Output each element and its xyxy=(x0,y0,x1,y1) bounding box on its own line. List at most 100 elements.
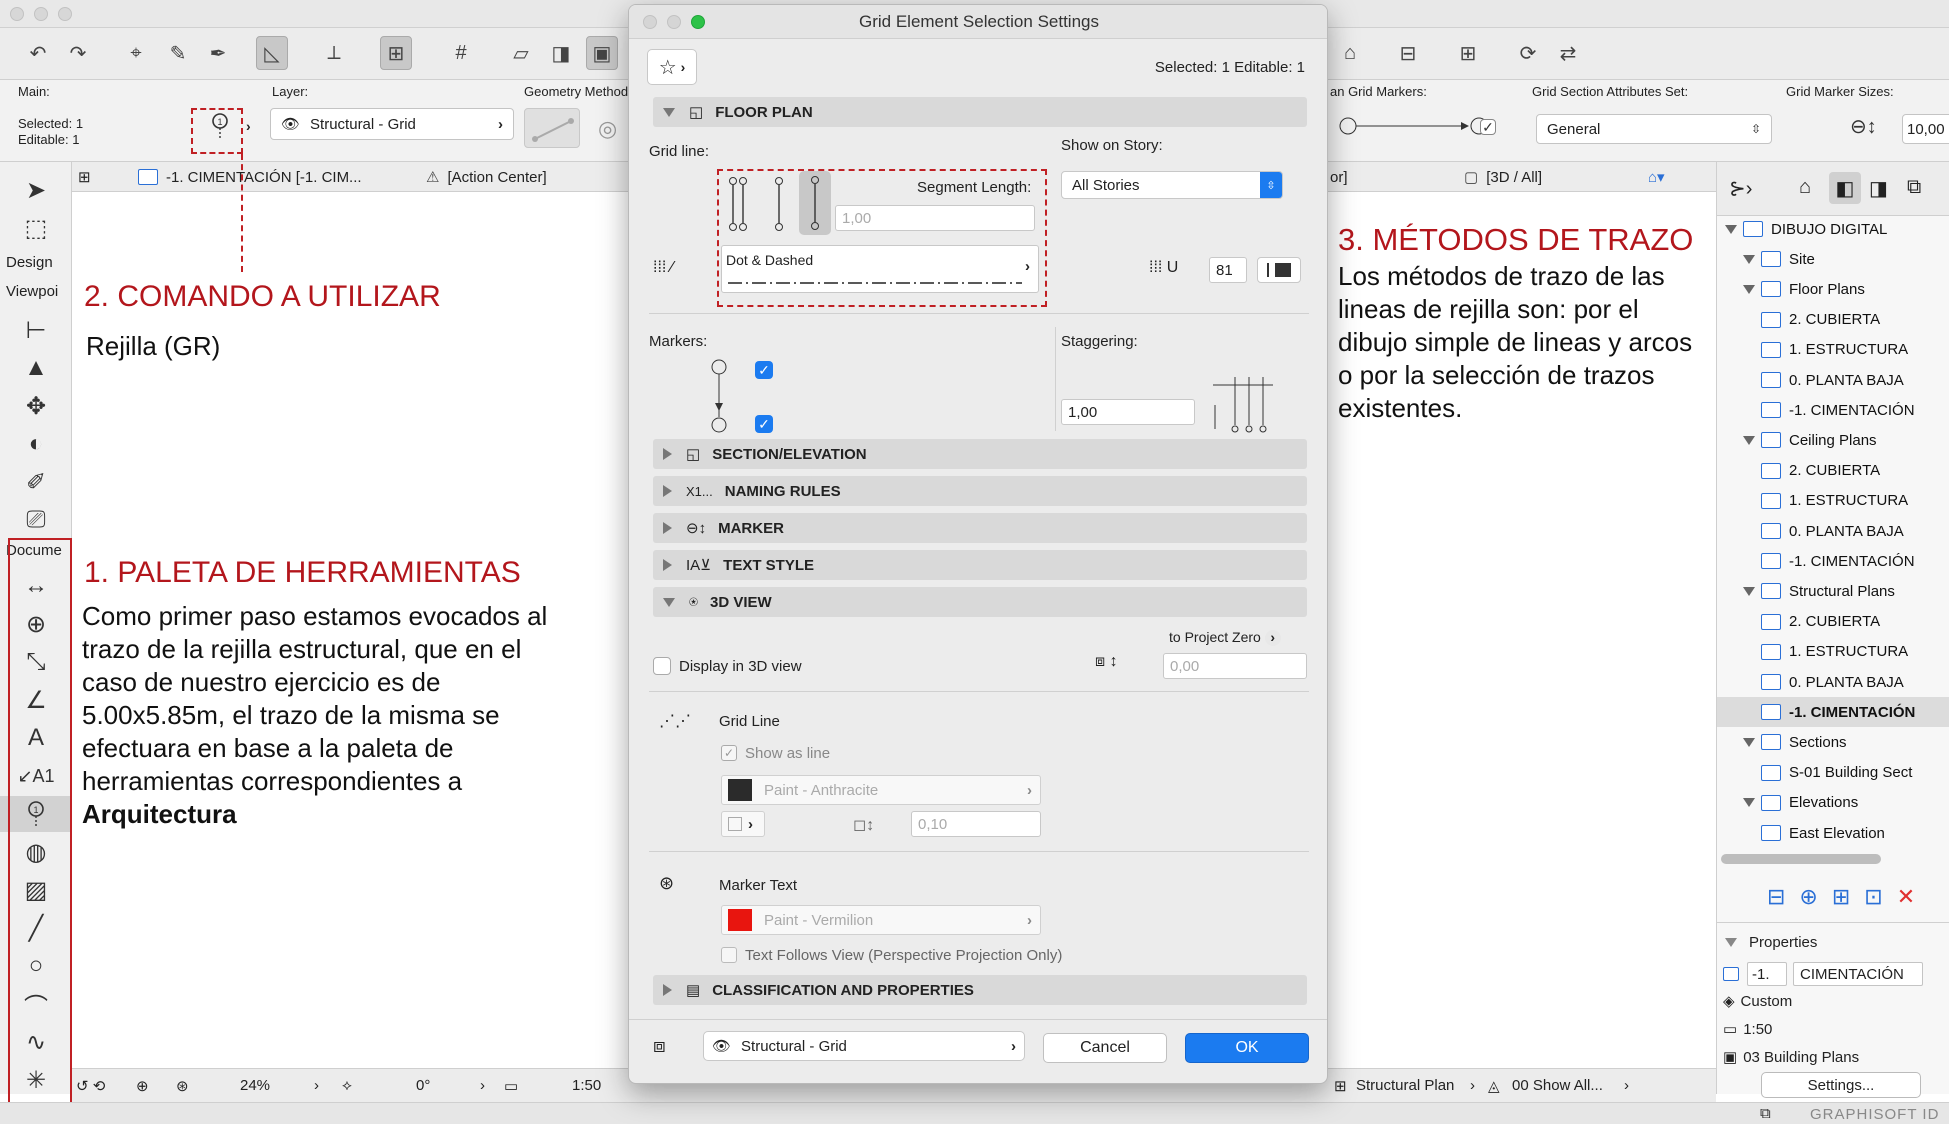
camera-tool-icon[interactable]: ⎚ xyxy=(0,502,72,538)
disclosure-down-icon[interactable] xyxy=(1743,284,1755,294)
geometry-method-single[interactable] xyxy=(524,108,580,148)
disclosure-down-icon[interactable] xyxy=(1743,435,1755,445)
section-naming-rules[interactable]: X1... NAMING RULES xyxy=(653,476,1307,506)
disclosure-down-icon[interactable] xyxy=(1743,586,1755,596)
dashed-method-icon[interactable] xyxy=(799,171,831,235)
chevron-right-icon[interactable]: › xyxy=(314,1077,319,1094)
section-3d-view[interactable]: ⍟ 3D VIEW xyxy=(653,587,1307,617)
rotate-icon[interactable]: ⟡ xyxy=(342,1077,352,1094)
navigator-item[interactable]: 1. ESTRUCTURA xyxy=(1761,335,1949,365)
coordinates-icon[interactable]: ⊞ xyxy=(380,36,412,70)
arrow-tool-icon[interactable]: ➤ xyxy=(0,172,72,208)
view-map-icon[interactable]: ◧ xyxy=(1829,172,1861,204)
navigator-item[interactable]: Sections xyxy=(1743,727,1949,757)
disclosure-down-icon[interactable] xyxy=(1743,737,1755,747)
detail-tool-icon[interactable]: ✐ xyxy=(0,464,72,500)
show-on-story-select[interactable]: All Stories ⇳ xyxy=(1061,171,1283,199)
delete-icon[interactable]: ✕ xyxy=(1897,884,1929,909)
start-marker-checkbox[interactable]: ✓ xyxy=(755,361,773,379)
publisher-icon[interactable]: ⧉ xyxy=(1907,176,1921,199)
properties-header[interactable]: Properties xyxy=(1725,934,1817,951)
close-window-button[interactable] xyxy=(10,7,24,21)
navigator-item[interactable]: 2. CUBIERTA xyxy=(1761,607,1949,637)
minimize-window-button[interactable] xyxy=(34,7,48,21)
zoom-level[interactable]: 24% xyxy=(240,1077,270,1094)
window-icon[interactable]: ⧉ xyxy=(1760,1105,1771,1122)
property-set[interactable]: 03 Building Plans xyxy=(1743,1049,1859,1066)
undo-zoom-icon[interactable]: ↺ ⟲ xyxy=(76,1077,105,1095)
navigator-item[interactable]: Elevations xyxy=(1743,788,1949,818)
navigator-item[interactable]: 2. CUBIERTA xyxy=(1761,305,1949,335)
staggering-input[interactable]: 1,00 xyxy=(1061,399,1195,425)
navigator-item[interactable]: -1. CIMENTACIÓN xyxy=(1761,395,1949,425)
grid-markers-preview[interactable] xyxy=(1336,116,1496,136)
navigator-item[interactable]: Ceiling Plans xyxy=(1743,425,1949,455)
navigator-item[interactable]: Site xyxy=(1743,244,1949,274)
navigator-item[interactable]: Floor Plans xyxy=(1743,274,1949,304)
snap-icon[interactable]: ⟂ xyxy=(318,36,350,70)
disclosure-down-icon[interactable] xyxy=(1725,224,1737,234)
story-name-input[interactable]: CIMENTACIÓN xyxy=(1793,962,1923,986)
chevron-right-icon[interactable]: › xyxy=(1624,1077,1629,1094)
dialog-layer-select[interactable]: 👁 Structural - Grid › xyxy=(703,1031,1025,1061)
furniture-icon[interactable]: ⊟ xyxy=(1392,36,1424,70)
property-scale[interactable]: 1:50 xyxy=(1743,1021,1772,1038)
navigator-menu-icon[interactable]: ⊱› xyxy=(1729,176,1752,201)
section-elevation[interactable]: ◱ SECTION/ELEVATION xyxy=(653,439,1307,469)
layer-select[interactable]: 👁 Structural - Grid › xyxy=(270,108,514,140)
navigator-item[interactable]: 1. ESTRUCTURA xyxy=(1761,637,1949,667)
disclosure-down-icon[interactable] xyxy=(1743,254,1755,264)
cancel-button[interactable]: Cancel xyxy=(1043,1033,1167,1063)
navigator-item[interactable]: East Elevation xyxy=(1761,818,1949,848)
section-marker[interactable]: ⊖↕ MARKER xyxy=(653,513,1307,543)
polyline-method-icon[interactable] xyxy=(763,175,795,233)
end-marker-checkbox[interactable]: ✓ xyxy=(755,415,773,433)
line-type-select[interactable]: Dot & Dashed › xyxy=(721,245,1039,293)
pen-color-swatch[interactable] xyxy=(1257,257,1301,283)
navigator-item[interactable]: 0. PLANTA BAJA xyxy=(1761,667,1949,697)
redo-icon[interactable]: ↷ xyxy=(62,36,94,70)
line-style-select[interactable]: › xyxy=(721,811,765,837)
property-custom[interactable]: Custom xyxy=(1741,993,1793,1010)
zoom-fit-icon[interactable]: ⊛ xyxy=(176,1077,189,1095)
navigator-item[interactable]: DIBUJO DIGITAL xyxy=(1725,214,1949,244)
elevation-input[interactable]: 0,00 xyxy=(1163,653,1307,679)
text-follows-view-checkbox[interactable] xyxy=(721,947,737,963)
interior-elevation-tool-icon[interactable]: ✥ xyxy=(0,388,72,424)
favorites-star-icon[interactable]: ☆ › xyxy=(647,49,697,85)
navigator-action-icons[interactable]: ⊟⊕⊞⊡✕ xyxy=(1767,884,1929,910)
to-project-zero-label[interactable]: to Project Zero › xyxy=(1169,629,1281,646)
grid-marker-size-input[interactable]: 10,00 xyxy=(1902,114,1949,144)
ok-button[interactable]: OK xyxy=(1185,1033,1309,1063)
zoom-in-icon[interactable]: ⊕ xyxy=(136,1077,149,1095)
rotation-angle[interactable]: 0° xyxy=(416,1077,430,1094)
layout-book-icon[interactable]: ◨ xyxy=(1869,176,1888,201)
project-map-icon[interactable]: ⌂ xyxy=(1799,176,1811,199)
graphisoft-id[interactable]: GRAPHISOFT ID xyxy=(1810,1106,1939,1123)
marker-text-material-select[interactable]: Paint - Vermilion › xyxy=(721,905,1041,935)
section-floor-plan[interactable]: ◱ FLOOR PLAN xyxy=(653,97,1307,127)
navigator-item[interactable]: -1. CIMENTACIÓN xyxy=(1717,697,1949,728)
eyedropper-icon[interactable]: ✎ xyxy=(162,36,194,70)
dialog-zoom-button[interactable] xyxy=(691,15,705,29)
teamwork-icon[interactable]: ⟳ xyxy=(1512,36,1544,70)
section-tool-icon[interactable]: ⊢ xyxy=(0,312,72,348)
partial-structure-icon[interactable]: ⊞ xyxy=(1452,36,1484,70)
chevron-right-icon[interactable]: › xyxy=(480,1077,485,1094)
story-number-input[interactable]: -1. xyxy=(1747,962,1787,986)
structural-plan-set[interactable]: Structural Plan xyxy=(1356,1077,1454,1094)
elevation-tool-icon[interactable]: ▲ xyxy=(0,350,72,386)
grid-snap-icon[interactable]: # xyxy=(445,36,477,70)
grid-markers-checkbox[interactable]: ✓ xyxy=(1480,119,1496,135)
guide-line-icon[interactable]: ◺ xyxy=(256,36,288,70)
teamwork-send-icon[interactable]: ⇄ xyxy=(1552,36,1584,70)
tab-action-center[interactable]: ⚠ [Action Center] xyxy=(426,162,547,192)
worksheet-tool-icon[interactable]: ◐ xyxy=(0,426,72,462)
find-select-icon[interactable]: ⌖ xyxy=(120,36,152,70)
segment-length-input[interactable]: 1,00 xyxy=(835,205,1035,231)
navigator-item[interactable]: 0. PLANTA BAJA xyxy=(1761,365,1949,395)
tab-overview-icon[interactable]: ⊞ xyxy=(78,162,91,192)
line-thickness-input[interactable]: 0,10 xyxy=(911,811,1041,837)
navigator-item[interactable]: 1. ESTRUCTURA xyxy=(1761,486,1949,516)
tab-3d-all[interactable]: ▢ [3D / All] xyxy=(1464,162,1542,192)
